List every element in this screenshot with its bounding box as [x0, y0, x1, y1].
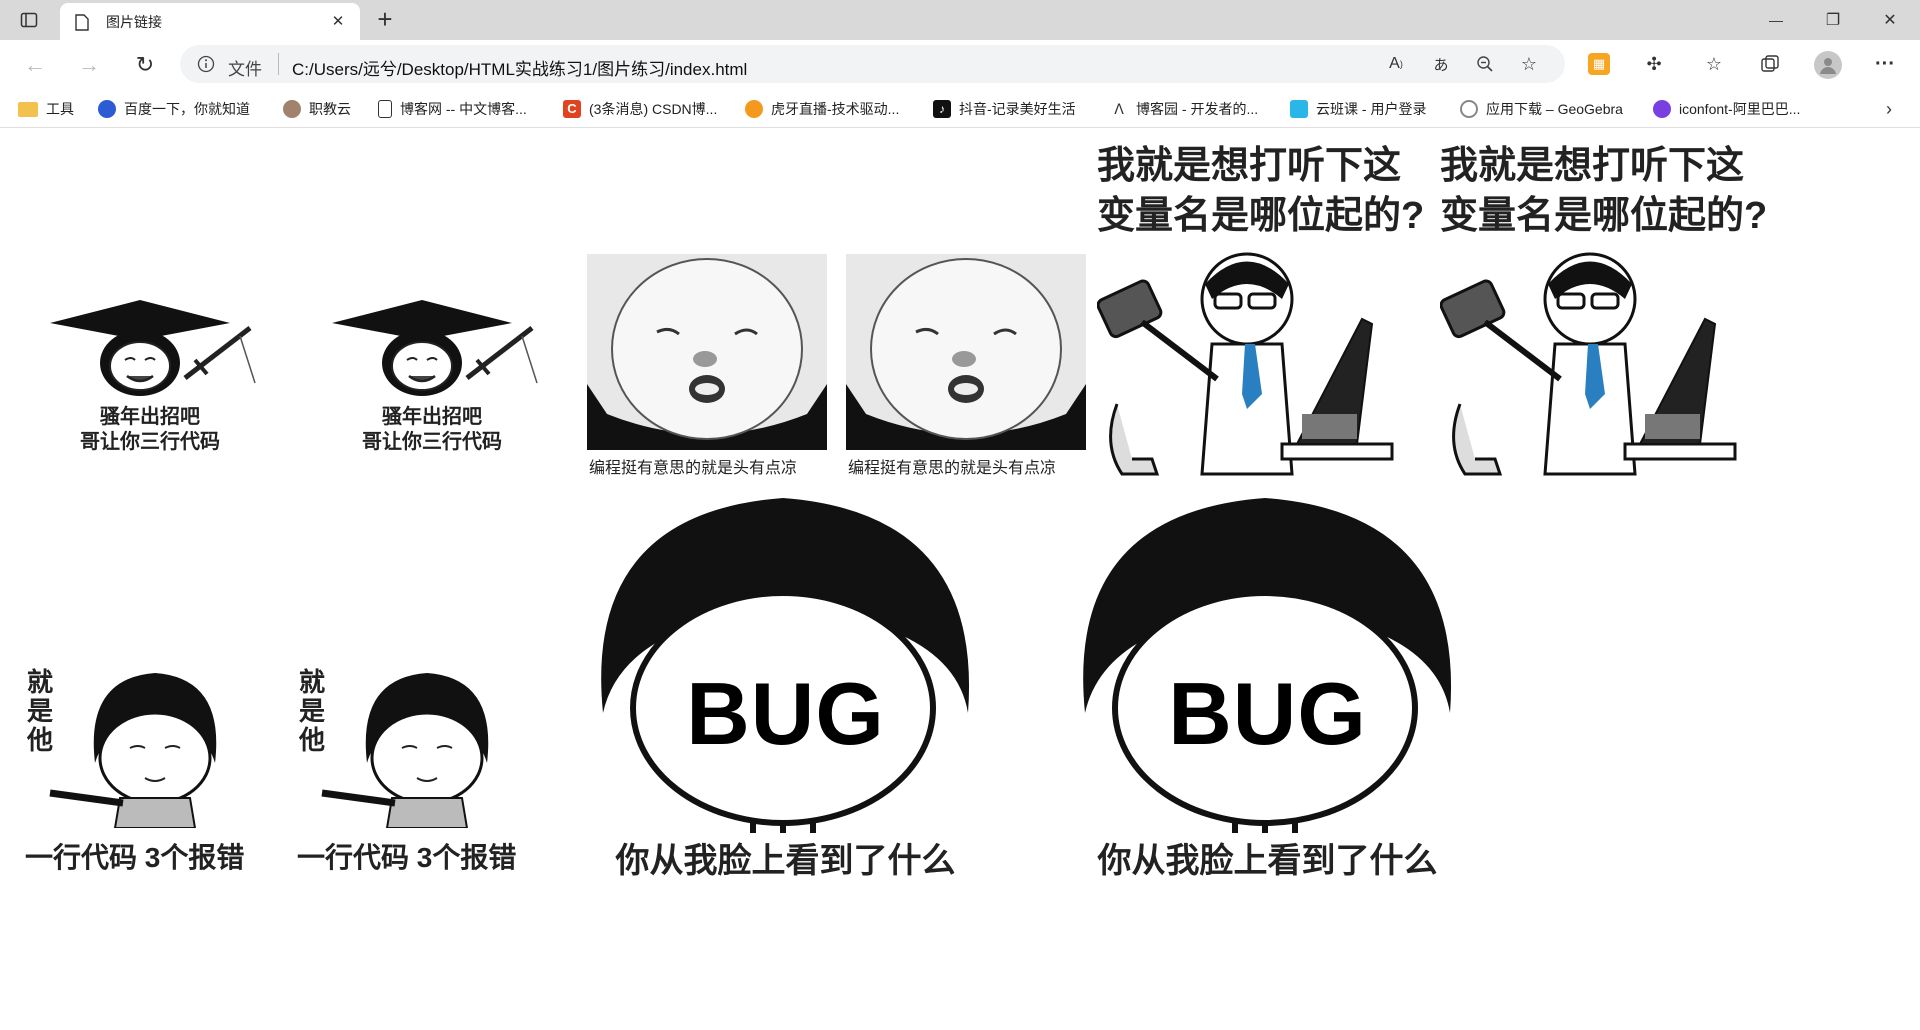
bookmark-label: 职教云 — [309, 101, 351, 117]
bug-meme-2: BUG 你从我脸上看到了什么 — [1065, 493, 1470, 888]
meme-caption-line2: 变量名是哪位起的? — [1097, 195, 1425, 237]
meme-caption-line2: 哥让你三行代码 — [362, 431, 502, 453]
url-field[interactable]: 文件 C:/Users/远兮/Desktop/HTML实战练习1/图片练习/in… — [180, 45, 1565, 83]
meme-caption-line1: 我就是想打听下这 — [1440, 145, 1745, 187]
page-icon — [378, 100, 392, 118]
bookmark-geogebra[interactable]: 应用下载 – GeoGebra — [1460, 99, 1623, 119]
bookmark-yunbanke[interactable]: 云班课 - 用户登录 — [1290, 99, 1426, 119]
geogebra-icon — [1460, 100, 1478, 118]
close-window-button[interactable]: ✕ — [1870, 6, 1910, 34]
bookmark-douyin[interactable]: ♪ 抖音-记录美好生活 — [933, 99, 1076, 119]
huya-icon — [745, 100, 763, 118]
tab-actions-icon[interactable] — [18, 9, 40, 31]
close-tab-icon[interactable]: ✕ — [328, 11, 348, 31]
bookmark-blog[interactable]: 博客网 -- 中文博客... — [378, 99, 527, 119]
address-bar: ← → ↻ 文件 C:/Users/远兮/Desktop/HTML实战练习1/图… — [0, 40, 1920, 90]
programmer-meme-1: 我就是想打听下这 变量名是哪位起的? — [1097, 134, 1427, 479]
csdn-icon: C — [563, 100, 581, 118]
meme-caption-line1: 我就是想打听下这 — [1097, 145, 1402, 187]
zoom-out-icon[interactable] — [1474, 53, 1496, 75]
chevron-right-icon[interactable]: › — [1878, 98, 1900, 120]
cnblogs-icon: ᐱ — [1110, 100, 1128, 118]
panda-meme-2: 编程挺有意思的就是头有点凉 — [846, 254, 1086, 477]
meme-caption: 一行代码 3个报错 — [25, 842, 245, 873]
bookmark-huya[interactable]: 虎牙直播-技术驱动... — [745, 99, 899, 119]
refresh-icon[interactable]: ↻ — [130, 50, 160, 80]
url-text[interactable]: C:/Users/远兮/Desktop/HTML实战练习1/图片练习/index… — [292, 55, 747, 80]
bookmark-baidu[interactable]: 百度一下，你就知道 — [98, 99, 250, 119]
bookmark-csdn[interactable]: C (3条消息) CSDN博... — [563, 99, 717, 119]
graduate-meme-2: 骚年出招吧 哥让你三行代码 — [327, 298, 542, 458]
bookmark-label: 博客园 - 开发者的... — [1136, 101, 1259, 117]
programmer-hammer-image — [1440, 252, 1737, 476]
yunbanke-icon — [1290, 100, 1308, 118]
graduate-face-image — [50, 300, 256, 396]
bookmarks-bar: 工具 百度一下，你就知道 职教云 博客网 -- 中文博客... C (3条消息)… — [0, 90, 1920, 128]
bookmark-label: 百度一下，你就知道 — [124, 101, 250, 117]
pointer-meme-2: 就是他 一行代码 3个报错 — [297, 668, 537, 883]
info-icon[interactable] — [196, 54, 216, 74]
bookmark-tools[interactable]: 工具 — [18, 99, 74, 119]
bookmark-zhijiaoyun[interactable]: 职教云 — [283, 99, 351, 119]
more-menu-icon[interactable]: ··· — [1872, 52, 1898, 76]
panda-face-image — [846, 254, 1086, 450]
meme-caption-line2: 哥让你三行代码 — [80, 431, 220, 453]
programmer-hammer-image — [1097, 252, 1394, 476]
favorites-icon[interactable]: ☆ — [1702, 52, 1726, 76]
douyin-icon: ♪ — [933, 100, 951, 118]
bookmark-label: (3条消息) CSDN博... — [589, 101, 718, 117]
bookmark-label: 虎牙直播-技术驱动... — [771, 101, 900, 117]
bug-meme-1: BUG 你从我脸上看到了什么 — [583, 493, 988, 888]
tab-title: 图片链接 — [106, 14, 162, 30]
forward-icon[interactable]: → — [74, 50, 104, 80]
meme-caption: 编程挺有意思的就是头有点凉 — [589, 460, 798, 477]
pointer-meme-1: 就是他 一行代码 3个报错 — [25, 668, 265, 883]
bookmark-label: 应用下载 – GeoGebra — [1486, 101, 1623, 117]
bookmark-label: iconfont-阿里巴巴... — [1679, 101, 1801, 117]
minimize-button[interactable]: — — [1756, 6, 1796, 34]
meme-caption: 一行代码 3个报错 — [297, 842, 517, 873]
restore-button[interactable]: ❐ — [1813, 6, 1853, 34]
graduate-meme-1: 骚年出招吧 哥让你三行代码 — [45, 298, 260, 458]
tab-bar: 图片链接 ✕ + — ❐ ✕ — [0, 0, 1920, 40]
add-favorite-icon[interactable]: ☆ — [1518, 53, 1540, 75]
iconfont-icon — [1653, 100, 1671, 118]
bookmark-cnblogs[interactable]: ᐱ 博客园 - 开发者的... — [1110, 99, 1258, 119]
programmer-meme-2: 我就是想打听下这 变量名是哪位起的? — [1440, 134, 1770, 479]
panda-face-image — [587, 254, 827, 450]
collections-icon[interactable] — [1758, 52, 1782, 76]
folder-icon — [18, 101, 38, 117]
pointer-boy-image — [321, 673, 489, 828]
bookmark-label: 抖音-记录美好生活 — [959, 101, 1076, 117]
meme-caption: 编程挺有意思的就是头有点凉 — [848, 460, 1057, 477]
url-scheme-label: 文件 — [228, 60, 262, 79]
panda-meme-1: 编程挺有意思的就是头有点凉 — [587, 254, 827, 477]
bookmark-label: 博客网 -- 中文博客... — [400, 101, 527, 117]
pointer-boy-image — [49, 673, 217, 828]
page-content: 骚年出招吧 哥让你三行代码 骚年出招吧 哥让你三行代码 编程挺有意思的就是头有点… — [0, 128, 1920, 1030]
bug-face-text: BUG — [686, 664, 885, 763]
bookmark-label: 工具 — [46, 101, 74, 117]
url-divider — [278, 53, 279, 75]
extension-orange-icon[interactable]: ▦ — [1588, 53, 1610, 75]
baidu-paw-icon — [98, 100, 116, 118]
bookmark-iconfont[interactable]: iconfont-阿里巴巴... — [1653, 99, 1800, 119]
zhijiaoyun-icon — [283, 100, 301, 118]
new-tab-button[interactable]: + — [370, 4, 400, 34]
back-icon[interactable]: ← — [20, 50, 50, 80]
read-aloud-icon[interactable]: A) — [1385, 53, 1407, 75]
page-icon — [74, 13, 90, 31]
translate-icon[interactable]: あ — [1430, 53, 1452, 75]
bookmark-label: 云班课 - 用户登录 — [1316, 101, 1427, 117]
bug-face-text: BUG — [1168, 664, 1367, 763]
meme-caption: 你从我脸上看到了什么 — [1097, 842, 1438, 880]
meme-caption-line2: 变量名是哪位起的? — [1440, 195, 1768, 237]
graduate-face-image — [332, 300, 538, 396]
profile-avatar[interactable] — [1814, 51, 1842, 79]
active-tab[interactable]: 图片链接 ✕ — [60, 3, 360, 40]
meme-caption: 你从我脸上看到了什么 — [615, 842, 956, 880]
extensions-icon[interactable]: ✣ — [1642, 52, 1666, 76]
